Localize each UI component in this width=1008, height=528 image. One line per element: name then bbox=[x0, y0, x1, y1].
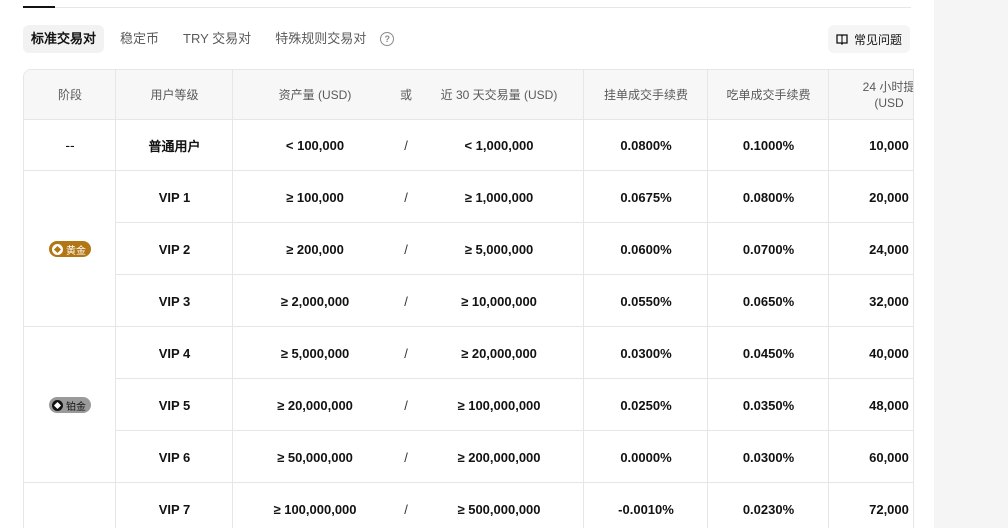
cell-24h-withdraw: 72,000 bbox=[869, 501, 909, 517]
cell-taker-fee: 0.0300% bbox=[742, 449, 795, 465]
tab-standard-pairs[interactable]: 标准交易对 bbox=[23, 25, 105, 53]
cell-30d-volume: ≥ 10,000,000 bbox=[461, 293, 537, 309]
gold-tier-badge: 黄金 bbox=[49, 241, 91, 257]
cell-user-level: 普通用户 bbox=[148, 138, 201, 154]
cell-user-level: VIP 7 bbox=[158, 501, 191, 517]
cell-assets: < 100,000 bbox=[285, 137, 345, 153]
header-stage: 阶段 bbox=[57, 87, 82, 102]
cell-user-level: VIP 2 bbox=[158, 241, 191, 257]
cell-24h-withdraw: 24,000 bbox=[869, 241, 909, 257]
header-assets: 资产量 (USD) bbox=[278, 87, 352, 102]
tab-try-pairs[interactable]: TRY 交易对 bbox=[175, 25, 259, 53]
cell-assets: ≥ 50,000,000 bbox=[277, 449, 353, 465]
cell-taker-fee: 0.0650% bbox=[742, 293, 795, 309]
pair-type-tabs: 标准交易对 稳定币 TRY 交易对 特殊规则交易对 ? bbox=[23, 25, 395, 53]
table-header: 阶段 用户等级 资产量 (USD) 或 近 30 天交易量 (USD) 挂单成交… bbox=[24, 70, 914, 120]
top-tab-active-indicator bbox=[23, 6, 55, 8]
cell-maker-fee: 0.0800% bbox=[620, 137, 672, 153]
cell-or-separator: / bbox=[404, 501, 408, 517]
cell-or-separator: / bbox=[404, 397, 408, 413]
cell-or-separator: / bbox=[404, 189, 408, 205]
cell-assets: ≥ 200,000 bbox=[286, 241, 344, 257]
question-circle-icon[interactable]: ? bbox=[380, 32, 395, 46]
header-24h-withdraw-line1: 24 小时提 bbox=[862, 79, 914, 94]
cell-24h-withdraw: 60,000 bbox=[869, 449, 909, 465]
cell-assets: ≥ 5,000,000 bbox=[280, 345, 350, 361]
cell-or-separator: / bbox=[404, 137, 408, 153]
cell-taker-fee: 0.0230% bbox=[742, 501, 795, 517]
platinum-tier-badge: 铂金 bbox=[49, 397, 91, 413]
cell-30d-volume: ≥ 500,000,000 bbox=[457, 501, 541, 517]
gold-tier-label: 黄金 bbox=[66, 245, 86, 257]
fee-table: 阶段 用户等级 资产量 (USD) 或 近 30 天交易量 (USD) 挂单成交… bbox=[23, 69, 914, 528]
cell-maker-fee: -0.0010% bbox=[618, 501, 674, 517]
cell-assets: ≥ 2,000,000 bbox=[280, 293, 350, 309]
cell-24h-withdraw: 32,000 bbox=[869, 293, 909, 309]
cell-30d-volume: ≥ 20,000,000 bbox=[461, 345, 537, 361]
right-gutter bbox=[934, 0, 1008, 528]
header-or: 或 bbox=[399, 87, 412, 102]
faq-button[interactable]: 常见问题 bbox=[828, 25, 911, 53]
book-icon bbox=[836, 34, 848, 45]
cell-user-level: VIP 6 bbox=[158, 449, 191, 465]
cell-30d-volume: ≥ 200,000,000 bbox=[457, 449, 541, 465]
header-24h-withdraw: 24 小时提 (USD bbox=[829, 70, 914, 119]
diamond-icon bbox=[52, 243, 63, 255]
cell-24h-withdraw: 48,000 bbox=[869, 397, 909, 413]
cell-user-level: VIP 4 bbox=[158, 345, 191, 361]
diamond-icon bbox=[52, 399, 63, 411]
stage-regular: -- bbox=[65, 137, 75, 153]
faq-label: 常见问题 bbox=[854, 32, 903, 47]
cell-taker-fee: 0.0700% bbox=[742, 241, 795, 257]
cell-taker-fee: 0.0800% bbox=[742, 189, 795, 205]
cell-30d-volume: ≥ 5,000,000 bbox=[464, 241, 534, 257]
top-tab-underline-track bbox=[23, 7, 911, 8]
cell-assets: ≥ 20,000,000 bbox=[277, 397, 353, 413]
cell-or-separator: / bbox=[404, 345, 408, 361]
cell-30d-volume: ≥ 1,000,000 bbox=[464, 189, 534, 205]
cell-taker-fee: 0.1000% bbox=[742, 137, 795, 153]
cell-maker-fee: 0.0550% bbox=[620, 293, 672, 309]
cell-24h-withdraw: 10,000 bbox=[869, 137, 909, 153]
cell-or-separator: / bbox=[404, 293, 408, 309]
cell-24h-withdraw: 20,000 bbox=[869, 189, 909, 205]
cell-maker-fee: 0.0300% bbox=[620, 345, 672, 361]
header-30d-volume: 近 30 天交易量 (USD) bbox=[440, 87, 558, 102]
header-24h-withdraw-line2: (USD bbox=[874, 95, 904, 110]
cell-taker-fee: 0.0350% bbox=[742, 397, 795, 413]
header-user-level: 用户等级 bbox=[150, 87, 199, 102]
cell-taker-fee: 0.0450% bbox=[742, 345, 795, 361]
platinum-tier-label: 铂金 bbox=[66, 401, 86, 413]
cell-maker-fee: 0.0675% bbox=[620, 189, 672, 205]
cell-30d-volume: < 1,000,000 bbox=[464, 137, 534, 153]
stage-gold: 黄金 bbox=[24, 171, 116, 327]
cell-or-separator: / bbox=[404, 241, 408, 257]
cell-maker-fee: 0.0000% bbox=[620, 449, 672, 465]
cell-30d-volume: ≥ 100,000,000 bbox=[457, 397, 541, 413]
cell-assets: ≥ 100,000,000 bbox=[273, 501, 357, 517]
stage-platinum: 铂金 bbox=[24, 327, 116, 483]
cell-or-separator: / bbox=[404, 449, 408, 465]
cell-assets: ≥ 100,000 bbox=[286, 189, 344, 205]
tab-stablecoins[interactable]: 稳定币 bbox=[112, 25, 167, 53]
cell-user-level: VIP 5 bbox=[158, 397, 191, 413]
tab-special-rule-pairs[interactable]: 特殊规则交易对 bbox=[267, 25, 374, 53]
header-taker-fee: 吃单成交手续费 bbox=[726, 87, 811, 102]
cell-user-level: VIP 3 bbox=[158, 293, 191, 309]
cell-maker-fee: 0.0250% bbox=[620, 397, 672, 413]
fee-schedule-page: 标准交易对 稳定币 TRY 交易对 特殊规则交易对 ? 常见问题 阶段 用户等级… bbox=[0, 0, 1008, 528]
cell-user-level: VIP 1 bbox=[158, 189, 191, 205]
cell-maker-fee: 0.0600% bbox=[620, 241, 672, 257]
cell-24h-withdraw: 40,000 bbox=[869, 345, 909, 361]
header-maker-fee: 挂单成交手续费 bbox=[603, 87, 688, 102]
